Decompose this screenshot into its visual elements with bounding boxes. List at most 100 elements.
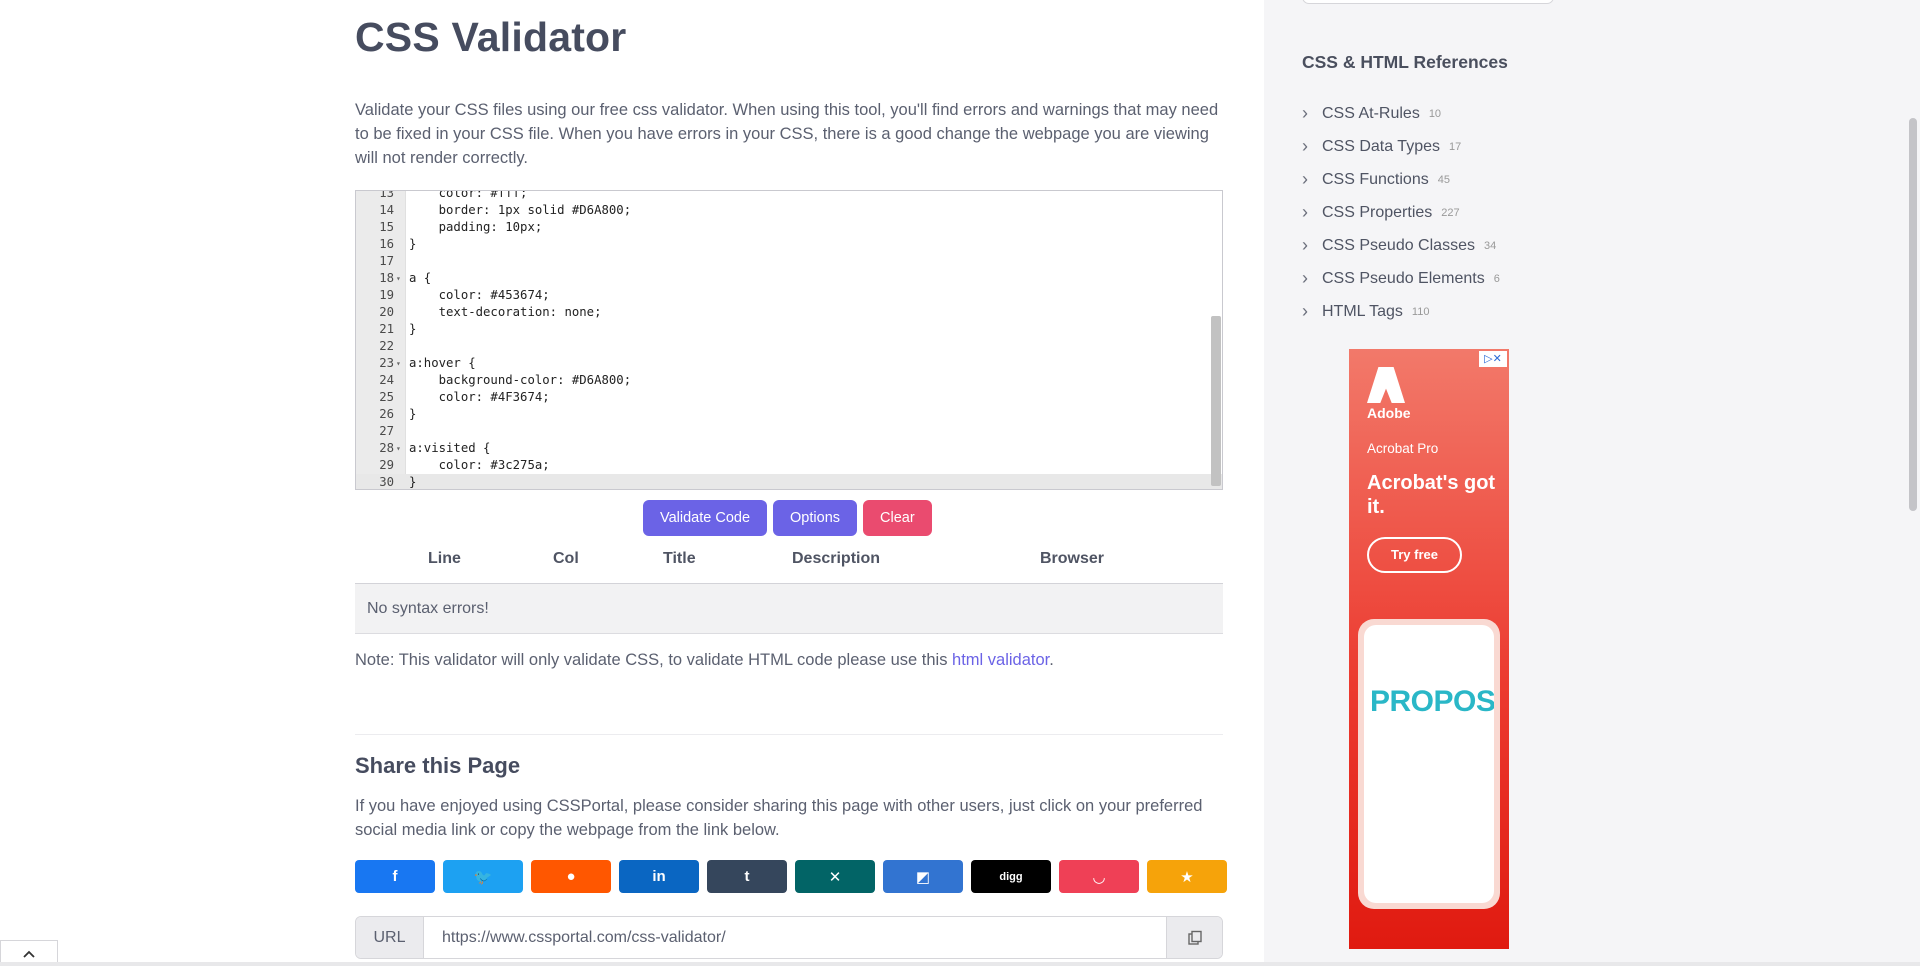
options-button[interactable]: Options (773, 500, 858, 536)
col-title: Title (663, 550, 696, 567)
pocket-icon: ◡ (1093, 868, 1105, 886)
sidebar: CSS & HTML References › CSS At-Rules 10 › CS… (1264, 0, 1920, 966)
ad-headline: Acrobat's got it. (1367, 472, 1496, 518)
xing-icon: ✕ (828, 868, 842, 886)
tumblr-icon: t (744, 868, 750, 885)
references-heading: CSS & HTML References (1302, 52, 1508, 72)
share-reddit-button[interactable]: ● (531, 860, 611, 893)
html-validator-link[interactable]: html validator (952, 651, 1049, 669)
copy-url-button[interactable] (1166, 917, 1222, 958)
code-line[interactable]: 19 color: #453674; (356, 287, 1222, 304)
reference-item[interactable]: › CSS Properties 227 (1302, 196, 1602, 229)
results-header: Line Col Title Description Browser (355, 546, 1223, 584)
reference-item[interactable]: › CSS Data Types 17 (1302, 130, 1602, 163)
share-digg-button[interactable]: digg (971, 860, 1051, 893)
code-text: text-decoration: none; (409, 305, 602, 319)
code-line[interactable]: 29 color: #3c275a; (356, 457, 1222, 474)
code-text: border: 1px solid #D6A800; (409, 203, 632, 217)
ad-choices-icon[interactable]: ▷✕ (1479, 351, 1507, 367)
advertisement[interactable]: ▷✕ Adobe Acrobat Pro Acrobat's got it. T… (1349, 349, 1509, 949)
reference-count: 110 (1411, 305, 1430, 318)
share-xing-button[interactable]: ✕ (795, 860, 875, 893)
chevron-right-icon: › (1302, 235, 1308, 255)
fold-toggle-icon[interactable]: ▾ (396, 440, 401, 457)
code-line[interactable]: 30} (356, 474, 1222, 489)
code-line[interactable]: 27 (356, 423, 1222, 440)
code-line[interactable]: 22 (356, 338, 1222, 355)
code-line[interactable]: 17 (356, 253, 1222, 270)
code-line[interactable]: 18 ▾ a { (356, 270, 1222, 287)
reference-count: 227 (1441, 206, 1460, 219)
bottom-border (0, 962, 1920, 966)
share-delicious-button[interactable]: ◩ (883, 860, 963, 893)
reference-label: HTML Tags (1322, 302, 1403, 320)
editor-scrollbar[interactable] (1211, 316, 1221, 486)
code-line[interactable]: 25 color: #4F3674; (356, 389, 1222, 406)
code-line[interactable]: 24 background-color: #D6A800; (356, 372, 1222, 389)
line-number: 15 (379, 220, 394, 234)
reference-count: 17 (1448, 140, 1462, 153)
fold-toggle-icon[interactable]: ▾ (396, 355, 401, 372)
delicious-icon: ◩ (915, 868, 931, 886)
window-scrollbar[interactable] (1909, 118, 1917, 511)
reference-label: CSS Pseudo Classes (1322, 236, 1475, 254)
reference-item[interactable]: › CSS Pseudo Classes 34 (1302, 229, 1602, 262)
fold-toggle-icon[interactable]: ▾ (396, 270, 401, 287)
note-end: . (1049, 651, 1054, 669)
share-twitter-button[interactable]: 🐦 (443, 860, 523, 893)
line-number: 30 (379, 475, 394, 489)
line-number: 19 (379, 288, 394, 302)
chevron-right-icon: › (1302, 136, 1308, 156)
reference-item[interactable]: › CSS Pseudo Elements 6 (1302, 262, 1602, 295)
divider (355, 734, 1223, 735)
share-pocket-button[interactable]: ◡ (1059, 860, 1139, 893)
digg-icon: digg (999, 870, 1023, 883)
code-line[interactable]: 16} (356, 236, 1222, 253)
line-number: 29 (379, 458, 394, 472)
chevron-up-icon (23, 950, 35, 958)
share-url-field[interactable]: URL https://www.cssportal.com/css-valida… (355, 916, 1223, 959)
reference-label: CSS Data Types (1322, 137, 1440, 155)
code-line[interactable]: 23 ▾ a:hover { (356, 355, 1222, 372)
line-number: 17 (379, 254, 394, 268)
code-line[interactable]: 13 color: #fff; (356, 191, 1222, 202)
reference-label: CSS At-Rules (1322, 104, 1420, 122)
reference-item[interactable]: › CSS Functions 45 (1302, 163, 1602, 196)
reference-item[interactable]: › CSS At-Rules 10 (1302, 97, 1602, 130)
twitter-icon: 🐦 (473, 868, 493, 886)
editor-actions: Validate Code Options Clear (643, 500, 932, 536)
share-tumblr-button[interactable]: t (707, 860, 787, 893)
code-line[interactable]: 14 border: 1px solid #D6A800; (356, 202, 1222, 219)
share-linkedin-button[interactable]: in (619, 860, 699, 893)
reference-item[interactable]: › HTML Tags 110 (1302, 295, 1602, 328)
clear-button[interactable]: Clear (863, 500, 932, 536)
share-facebook-button[interactable]: f (355, 860, 435, 893)
chevron-right-icon: › (1302, 301, 1308, 321)
intro-text: Validate your CSS files using our free c… (355, 101, 1219, 167)
code-line[interactable]: 26} (356, 406, 1222, 423)
code-text: background-color: #D6A800; (409, 373, 632, 387)
chevron-right-icon: › (1302, 103, 1308, 123)
url-value[interactable]: https://www.cssportal.com/css-validator/ (442, 917, 726, 958)
code-line[interactable]: 20 text-decoration: none; (356, 304, 1222, 321)
page: CSS Validator Validate your CSS files us… (0, 0, 1920, 966)
reference-label: CSS Properties (1322, 203, 1433, 221)
editor-lines[interactable]: 13 color: #fff; 14 border: 1px solid #D6A… (356, 191, 1222, 489)
chevron-right-icon: › (1302, 169, 1308, 189)
code-line[interactable]: 15 padding: 10px; (356, 219, 1222, 236)
reference-label: CSS Functions (1322, 170, 1429, 188)
code-line[interactable]: 21} (356, 321, 1222, 338)
code-text: color: #453674; (409, 288, 550, 302)
code-line[interactable]: 28 ▾ a:visited { (356, 440, 1222, 457)
sidebar-search-input[interactable] (1302, 0, 1554, 4)
share-text: If you have enjoyed using CSSPortal, ple… (355, 797, 1203, 839)
ad-phone-image: PROPOSAL (1358, 619, 1500, 909)
ad-try-free-button[interactable]: Try free (1367, 537, 1462, 573)
line-number: 28 (379, 441, 394, 455)
code-text: a:hover { (409, 356, 476, 370)
favorite-icon: ★ (1180, 868, 1194, 886)
share-favorite-button[interactable]: ★ (1147, 860, 1227, 893)
results-empty-row: No syntax errors! (355, 584, 1223, 634)
validate-code-button[interactable]: Validate Code (643, 500, 768, 536)
code-editor[interactable]: 13 color: #fff; 14 border: 1px solid #D6A… (355, 190, 1223, 490)
